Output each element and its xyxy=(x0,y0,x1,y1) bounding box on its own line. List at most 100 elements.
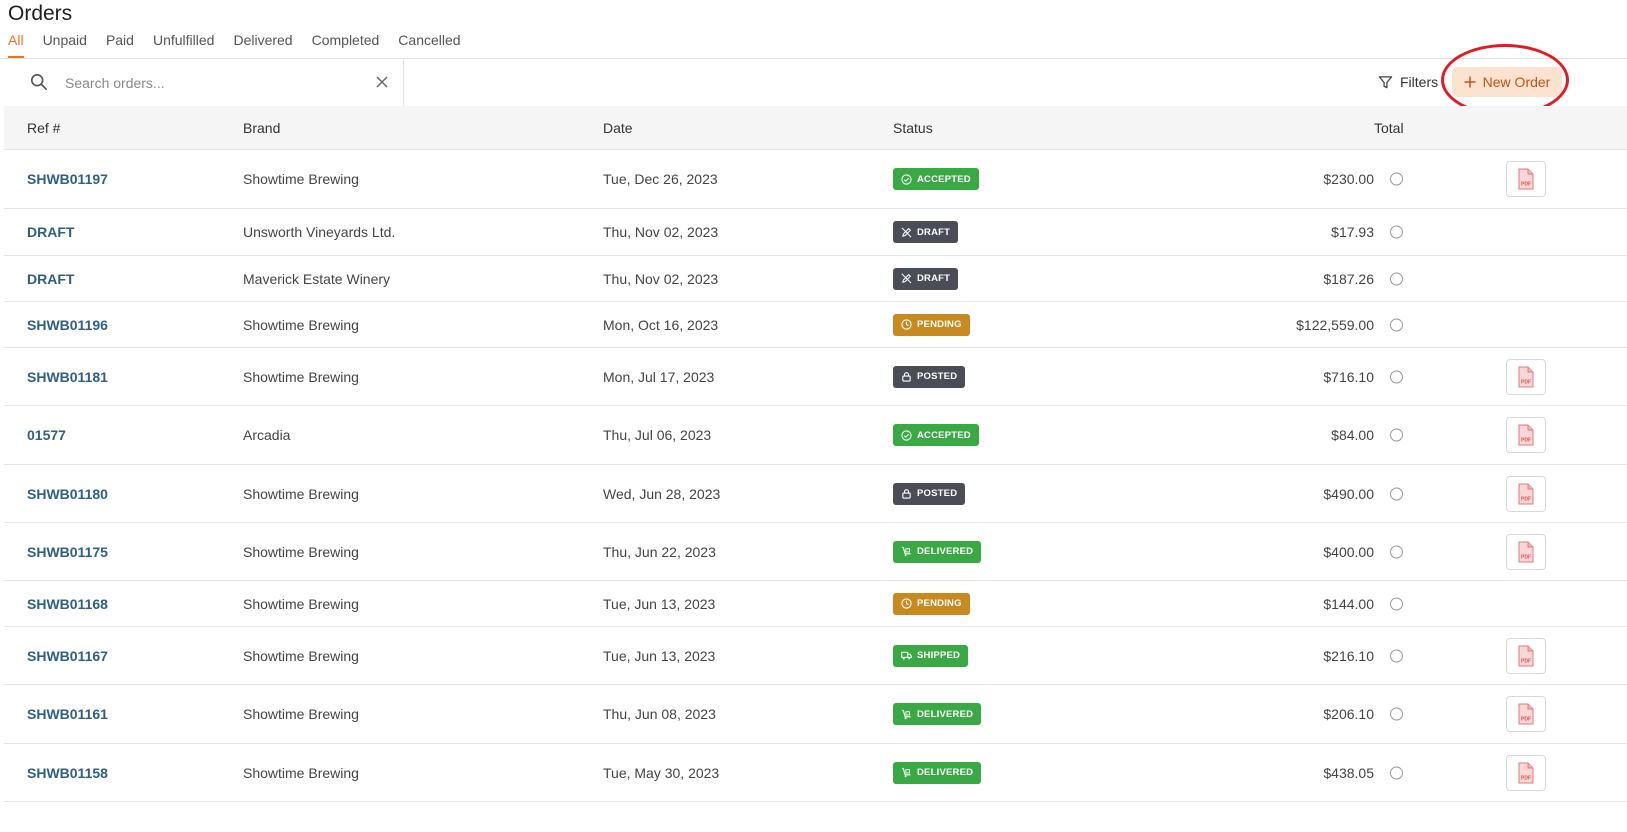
order-ref-link[interactable]: SHWB01158 xyxy=(27,765,108,781)
search-input[interactable] xyxy=(65,71,365,95)
order-tabs: All Unpaid Paid Unfulfilled Delivered Co… xyxy=(8,32,480,58)
row-select-radio[interactable] xyxy=(1390,225,1403,239)
row-select-radio[interactable] xyxy=(1390,172,1403,186)
order-ref-link[interactable]: SHWB01168 xyxy=(27,596,108,612)
row-select-radio[interactable] xyxy=(1390,370,1403,383)
svg-text:PDF: PDF xyxy=(1521,554,1531,560)
column-header-brand[interactable]: Brand xyxy=(243,120,280,136)
row-select-radio[interactable] xyxy=(1390,707,1403,721)
date-cell: Thu, Jun 08, 2023 xyxy=(603,706,716,722)
date-cell: Thu, Nov 02, 2023 xyxy=(603,224,719,240)
brand-cell: Showtime Brewing xyxy=(243,764,359,781)
pdf-download-button[interactable]: PDF xyxy=(1506,533,1546,570)
table-row[interactable]: SHWB01158 Showtime Brewing Tue, May 30, 20… xyxy=(4,744,1627,802)
dolly-icon xyxy=(901,546,912,557)
column-header-date[interactable]: Date xyxy=(603,120,633,136)
svg-text:PDF: PDF xyxy=(1521,438,1531,444)
order-ref-link[interactable]: SHWB01167 xyxy=(27,648,108,664)
brand-cell: Showtime Brewing xyxy=(243,595,359,612)
order-ref-link[interactable]: SHWB01181 xyxy=(27,369,108,385)
lock-icon xyxy=(901,488,912,499)
pdf-icon: PDF xyxy=(1517,645,1535,667)
pdf-download-button[interactable]: PDF xyxy=(1506,637,1546,674)
order-ref-link[interactable]: DRAFT xyxy=(27,271,74,287)
order-ref-link[interactable]: SHWB01197 xyxy=(27,171,108,187)
tab-completed[interactable]: Completed xyxy=(312,32,380,58)
brand-cell: Showtime Brewing xyxy=(243,368,359,385)
table-row[interactable]: SHWB01181 Showtime Brewing Mon, Jul 17, 20… xyxy=(4,348,1627,406)
toolbar: Filters New Order xyxy=(4,59,1627,106)
pdf-icon: PDF xyxy=(1517,168,1535,190)
table-row[interactable]: SHWB01180 Showtime Brewing Wed, Jun 28, 20… xyxy=(4,465,1627,523)
table-row[interactable]: SHWB01196 Showtime Brewing Mon, Oct 16, 20… xyxy=(4,302,1627,348)
truck-icon xyxy=(901,650,912,661)
pdf-icon: PDF xyxy=(1517,483,1535,505)
table-row[interactable]: SHWB01161 Showtime Brewing Thu, Jun 08, 20… xyxy=(4,685,1627,744)
pdf-download-button[interactable]: PDF xyxy=(1506,696,1546,732)
date-cell: Thu, Jun 22, 2023 xyxy=(603,543,716,560)
row-select-radio[interactable] xyxy=(1390,487,1403,500)
svg-text:PDF: PDF xyxy=(1521,775,1531,781)
order-ref-link[interactable]: SHWB01196 xyxy=(27,317,108,333)
brand-cell: Showtime Brewing xyxy=(243,543,359,560)
order-ref-link[interactable]: SHWB01180 xyxy=(27,486,108,502)
tab-unfulfilled[interactable]: Unfulfilled xyxy=(153,32,214,58)
total-cell: $716.10 xyxy=(1323,368,1374,385)
column-header-ref[interactable]: Ref # xyxy=(27,120,60,136)
total-cell: $230.00 xyxy=(1323,171,1374,187)
date-cell: Thu, Nov 02, 2023 xyxy=(603,270,719,287)
table-row[interactable]: SHWB01175 Showtime Brewing Thu, Jun 22, 20… xyxy=(4,523,1627,581)
dolly-icon xyxy=(901,709,912,720)
check-circle-icon xyxy=(901,173,912,185)
table-row[interactable]: SHWB01167 Showtime Brewing Tue, Jun 13, 20… xyxy=(4,627,1627,685)
search-box xyxy=(4,59,404,106)
brand-cell: Showtime Brewing xyxy=(243,647,359,664)
table-row[interactable]: SHWB01197 Showtime Brewing Tue, Dec 26, 20… xyxy=(4,150,1627,209)
date-cell: Tue, May 30, 2023 xyxy=(603,764,720,781)
close-icon[interactable] xyxy=(374,74,390,90)
row-select-radio[interactable] xyxy=(1390,272,1403,285)
row-select-radio[interactable] xyxy=(1390,766,1403,779)
pdf-download-button[interactable]: PDF xyxy=(1506,754,1546,791)
total-cell: $400.00 xyxy=(1323,543,1374,560)
table-row[interactable]: SHWB01168 Showtime Brewing Tue, Jun 13, 20… xyxy=(4,581,1627,627)
plus-icon xyxy=(1464,76,1476,88)
row-select-radio[interactable] xyxy=(1390,597,1403,610)
order-ref-link[interactable]: SHWB01161 xyxy=(27,706,108,722)
pdf-download-button[interactable]: PDF xyxy=(1506,417,1546,453)
brand-cell: Unsworth Vineyards Ltd. xyxy=(243,224,396,240)
tab-unpaid[interactable]: Unpaid xyxy=(43,32,87,58)
column-header-status[interactable]: Status xyxy=(893,120,933,136)
pdf-download-button[interactable]: PDF xyxy=(1506,358,1546,395)
date-cell: Wed, Jun 28, 2023 xyxy=(603,485,721,502)
tab-delivered[interactable]: Delivered xyxy=(233,32,292,58)
pdf-download-button[interactable]: PDF xyxy=(1506,161,1546,197)
order-ref-link[interactable]: DRAFT xyxy=(27,224,74,240)
row-select-radio[interactable] xyxy=(1390,318,1403,331)
filters-button[interactable]: Filters xyxy=(1378,70,1438,94)
order-ref-link[interactable]: 01577 xyxy=(27,427,66,443)
pdf-icon: PDF xyxy=(1517,703,1535,725)
tab-all[interactable]: All xyxy=(8,32,24,58)
pdf-download-button[interactable]: PDF xyxy=(1506,475,1546,512)
date-cell: Tue, Dec 26, 2023 xyxy=(603,171,718,187)
status-badge: DRAFT xyxy=(893,221,959,243)
pdf-icon: PDF xyxy=(1517,762,1535,784)
new-order-button[interactable]: New Order xyxy=(1452,67,1562,97)
total-cell: $84.00 xyxy=(1331,427,1374,443)
total-cell: $206.10 xyxy=(1323,706,1374,722)
dolly-icon xyxy=(901,767,912,778)
table-row[interactable]: 01577 Arcadia Thu, Jul 06, 2023 ACCEPTED $84… xyxy=(4,406,1627,465)
table-row[interactable]: DRAFT Maverick Estate Winery Thu, Nov 02, … xyxy=(4,256,1627,302)
check-circle-icon xyxy=(901,429,912,441)
table-row[interactable]: DRAFT Unsworth Vineyards Ltd. Thu, Nov 02,… xyxy=(4,209,1627,256)
column-header-total[interactable]: Total xyxy=(1374,120,1404,136)
row-select-radio[interactable] xyxy=(1390,428,1403,442)
row-select-radio[interactable] xyxy=(1390,545,1403,558)
status-label: PENDING xyxy=(917,598,962,609)
page-title: Orders xyxy=(8,2,73,25)
tab-cancelled[interactable]: Cancelled xyxy=(398,32,460,58)
order-ref-link[interactable]: SHWB01175 xyxy=(27,544,108,560)
row-select-radio[interactable] xyxy=(1390,649,1403,662)
tab-paid[interactable]: Paid xyxy=(106,32,134,58)
